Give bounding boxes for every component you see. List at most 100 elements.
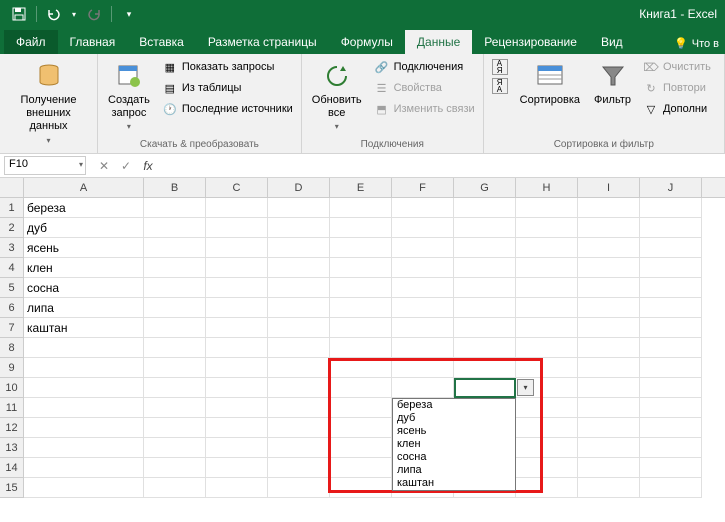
save-icon[interactable]: [8, 3, 30, 25]
dropdown-option[interactable]: каштан: [393, 477, 515, 490]
cell[interactable]: [144, 298, 206, 318]
cell[interactable]: [24, 418, 144, 438]
column-header[interactable]: J: [640, 178, 702, 197]
cell[interactable]: [144, 198, 206, 218]
row-header[interactable]: 6: [0, 298, 23, 318]
cell[interactable]: ясень: [24, 238, 144, 258]
cell[interactable]: [144, 258, 206, 278]
cell[interactable]: [268, 318, 330, 338]
cell[interactable]: [268, 458, 330, 478]
dropdown-option[interactable]: сосна: [393, 451, 515, 464]
cell[interactable]: [268, 438, 330, 458]
refresh-all-button[interactable]: Обновить все ▾: [308, 56, 366, 132]
active-cell[interactable]: [454, 378, 516, 398]
cell[interactable]: [640, 378, 702, 398]
cell[interactable]: [516, 398, 578, 418]
row-header[interactable]: 11: [0, 398, 23, 418]
cell[interactable]: [24, 358, 144, 378]
cell[interactable]: [578, 438, 640, 458]
cell[interactable]: [516, 258, 578, 278]
cell[interactable]: [206, 378, 268, 398]
tab-file[interactable]: Файл: [4, 30, 58, 54]
cell[interactable]: [206, 218, 268, 238]
cell[interactable]: береза: [24, 198, 144, 218]
row-header[interactable]: 15: [0, 478, 23, 498]
cell[interactable]: [516, 458, 578, 478]
cell[interactable]: [268, 398, 330, 418]
cell[interactable]: [454, 278, 516, 298]
cell[interactable]: [24, 438, 144, 458]
cell[interactable]: [578, 238, 640, 258]
cell[interactable]: [144, 418, 206, 438]
chevron-down-icon[interactable]: ▾: [79, 160, 83, 169]
sort-za-button[interactable]: ЯА: [490, 77, 510, 95]
cell[interactable]: [516, 478, 578, 498]
row-header[interactable]: 4: [0, 258, 23, 278]
row-header[interactable]: 9: [0, 358, 23, 378]
advanced-filter-button[interactable]: ▽Дополни: [641, 100, 713, 118]
cell[interactable]: [640, 478, 702, 498]
dropdown-option[interactable]: ясень: [393, 425, 515, 438]
tab-insert[interactable]: Вставка: [127, 30, 196, 54]
cell[interactable]: [454, 298, 516, 318]
cell[interactable]: [144, 438, 206, 458]
cell[interactable]: [206, 238, 268, 258]
cell[interactable]: [24, 378, 144, 398]
cell[interactable]: [516, 198, 578, 218]
fx-button[interactable]: fx: [138, 157, 158, 175]
cell[interactable]: [640, 318, 702, 338]
cell[interactable]: [330, 338, 392, 358]
cell[interactable]: [330, 298, 392, 318]
formula-input[interactable]: [162, 156, 721, 175]
cell[interactable]: [330, 438, 392, 458]
cell[interactable]: [392, 298, 454, 318]
column-header[interactable]: C: [206, 178, 268, 197]
row-header[interactable]: 14: [0, 458, 23, 478]
column-header[interactable]: I: [578, 178, 640, 197]
cell[interactable]: [392, 358, 454, 378]
cell[interactable]: [516, 218, 578, 238]
cell[interactable]: [330, 318, 392, 338]
cell[interactable]: [144, 478, 206, 498]
select-all-corner[interactable]: [0, 178, 24, 198]
tell-me[interactable]: 💡 Что в: [668, 33, 725, 54]
show-queries-button[interactable]: ▦Показать запросы: [160, 58, 295, 76]
new-query-button[interactable]: Создать запрос ▾: [104, 56, 154, 132]
column-header[interactable]: H: [516, 178, 578, 197]
cell[interactable]: [578, 198, 640, 218]
cell[interactable]: [206, 398, 268, 418]
cell[interactable]: [454, 238, 516, 258]
dropdown-option[interactable]: береза: [393, 399, 515, 412]
cell[interactable]: [330, 478, 392, 498]
cell[interactable]: [268, 238, 330, 258]
row-header[interactable]: 8: [0, 338, 23, 358]
column-header[interactable]: B: [144, 178, 206, 197]
cell[interactable]: [392, 258, 454, 278]
cell[interactable]: [144, 458, 206, 478]
cell[interactable]: [640, 238, 702, 258]
cell[interactable]: [392, 198, 454, 218]
name-box[interactable]: F10 ▾: [4, 156, 86, 175]
qat-customize-icon[interactable]: ▾: [118, 3, 140, 25]
data-validation-list[interactable]: березадубясенькленсосналипакаштан: [392, 398, 516, 491]
from-table-button[interactable]: ▤Из таблицы: [160, 79, 295, 97]
dropdown-option[interactable]: дуб: [393, 412, 515, 425]
cell[interactable]: [640, 438, 702, 458]
tab-formulas[interactable]: Формулы: [329, 30, 405, 54]
cell[interactable]: [144, 358, 206, 378]
cell[interactable]: [578, 338, 640, 358]
cell[interactable]: [516, 358, 578, 378]
sort-button[interactable]: Сортировка: [516, 56, 584, 107]
cell[interactable]: сосна: [24, 278, 144, 298]
cell[interactable]: дуб: [24, 218, 144, 238]
cell[interactable]: каштан: [24, 318, 144, 338]
cell[interactable]: [330, 458, 392, 478]
cell[interactable]: [454, 198, 516, 218]
row-header[interactable]: 3: [0, 238, 23, 258]
cell[interactable]: [268, 338, 330, 358]
tab-home[interactable]: Главная: [58, 30, 128, 54]
cell[interactable]: [206, 438, 268, 458]
tab-view[interactable]: Вид: [589, 30, 635, 54]
cell[interactable]: [578, 258, 640, 278]
cell[interactable]: [454, 258, 516, 278]
